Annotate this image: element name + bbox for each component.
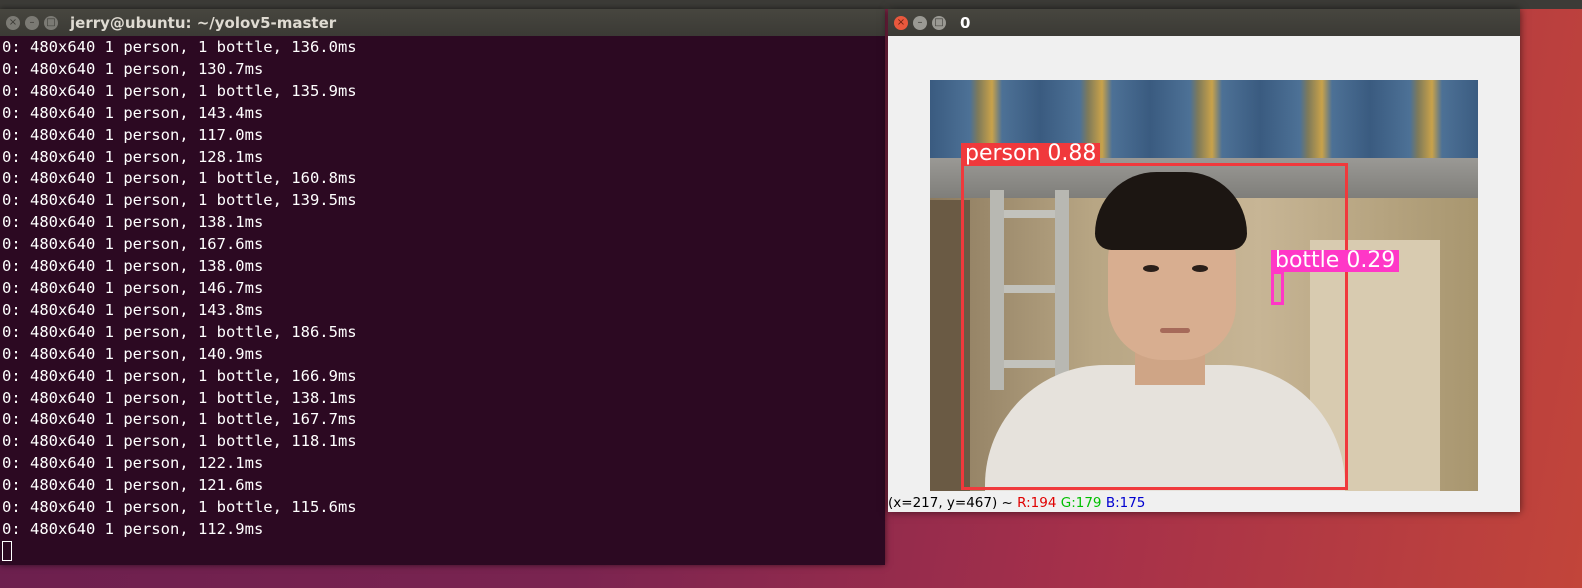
terminal-line: 0: 480x640 1 person, 140.9ms — [2, 344, 264, 363]
terminal-line: 0: 480x640 1 person, 1 bottle, 135.9ms — [2, 81, 357, 100]
person-detection-label: person 0.88 — [961, 143, 1101, 165]
terminal-line: 0: 480x640 1 person, 143.8ms — [2, 300, 264, 319]
terminal-titlebar[interactable]: × – □ jerry@ubuntu: ~/yolov5-master — [0, 9, 885, 36]
terminal-line: 0: 480x640 1 person, 112.9ms — [2, 519, 264, 538]
terminal-line: 0: 480x640 1 person, 143.4ms — [2, 103, 264, 122]
viewer-titlebar[interactable]: × – □ 0 — [888, 9, 1520, 36]
terminal-maximize-button[interactable]: □ — [44, 15, 58, 30]
terminal-line: 0: 480x640 1 person, 1 bottle, 167.7ms — [2, 410, 357, 429]
terminal-line: 0: 480x640 1 person, 138.1ms — [2, 213, 264, 232]
terminal-line: 0: 480x640 1 person, 1 bottle, 115.6ms — [2, 498, 357, 517]
terminal-output[interactable]: 0: 480x640 1 person, 1 bottle, 136.0ms 0:… — [0, 36, 885, 564]
terminal-line: 0: 480x640 1 person, 128.1ms — [2, 147, 264, 166]
terminal-line: 0: 480x640 1 person, 1 bottle, 118.1ms — [2, 432, 357, 451]
terminal-line: 0: 480x640 1 person, 138.0ms — [2, 257, 264, 276]
top-panel — [0, 0, 1582, 9]
terminal-line: 0: 480x640 1 person, 1 bottle, 138.1ms — [2, 388, 357, 407]
viewer-close-button[interactable]: × — [894, 15, 908, 30]
terminal-line: 0: 480x640 1 person, 1 bottle, 136.0ms — [2, 38, 357, 56]
red-value: R:194 — [1017, 495, 1057, 511]
terminal-line: 0: 480x640 1 person, 130.7ms — [2, 59, 264, 78]
terminal-close-button[interactable]: × — [6, 15, 20, 30]
terminal-line: 0: 480x640 1 person, 1 bottle, 160.8ms — [2, 169, 357, 188]
terminal-line: 0: 480x640 1 person, 1 bottle, 139.5ms — [2, 191, 357, 210]
viewer-title: 0 — [960, 13, 971, 32]
image-viewer-window[interactable]: × – □ 0 person 0.88 bottle 0.29 (x=217, … — [888, 9, 1520, 512]
terminal-title: jerry@ubuntu: ~/yolov5-master — [70, 13, 337, 32]
terminal-line: 0: 480x640 1 person, 167.6ms — [2, 235, 264, 254]
terminal-line: 0: 480x640 1 person, 121.6ms — [2, 476, 264, 495]
terminal-line: 0: 480x640 1 person, 122.1ms — [2, 454, 264, 473]
terminal-line: 0: 480x640 1 person, 117.0ms — [2, 125, 264, 144]
terminal-line: 0: 480x640 1 person, 146.7ms — [2, 278, 264, 297]
viewer-maximize-button[interactable]: □ — [932, 15, 946, 30]
viewer-minimize-button[interactable]: – — [913, 15, 927, 30]
terminal-window[interactable]: × – □ jerry@ubuntu: ~/yolov5-master 0: 4… — [0, 9, 885, 565]
terminal-cursor — [2, 540, 12, 561]
green-value: G:179 — [1060, 495, 1102, 511]
terminal-line: 0: 480x640 1 person, 1 bottle, 166.9ms — [2, 366, 357, 385]
pixel-status-bar: (x=217, y=467) ~ R:194 G:179 B:175 — [888, 494, 1145, 512]
terminal-minimize-button[interactable]: – — [25, 15, 39, 30]
bottle-detection-label: bottle 0.29 — [1271, 250, 1400, 272]
cursor-coords: (x=217, y=467) ~ — [888, 495, 1018, 511]
terminal-line: 0: 480x640 1 person, 1 bottle, 186.5ms — [2, 322, 357, 341]
person-bounding-box — [961, 163, 1348, 490]
camera-frame[interactable]: person 0.88 bottle 0.29 — [930, 80, 1478, 491]
blue-value: B:175 — [1105, 495, 1146, 511]
bottle-bounding-box — [1271, 271, 1284, 305]
